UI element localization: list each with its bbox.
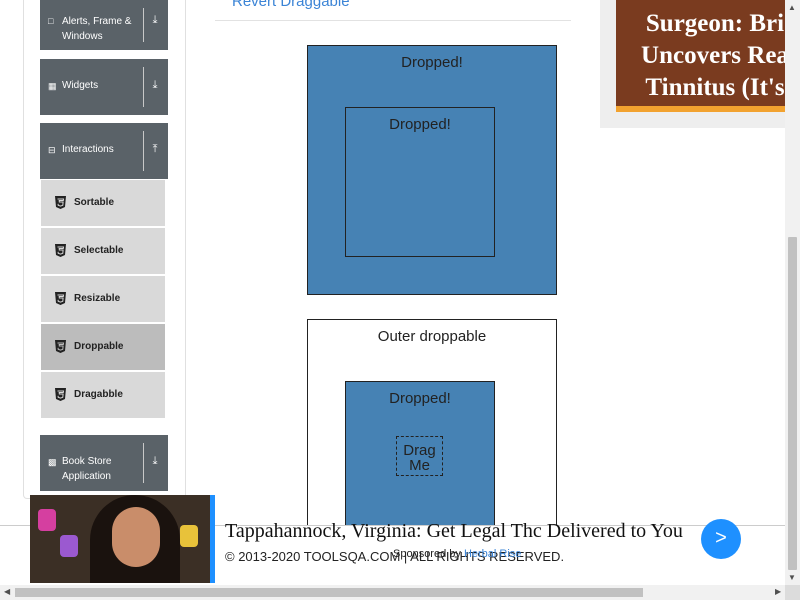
chart-icon: ▩	[48, 457, 57, 467]
advertisement-bottom[interactable]: Tappahannock, Virginia: Get Legal Thc De…	[30, 495, 785, 583]
advertisement-top[interactable]: Surgeon: Bri Uncovers Rea Tinnitus (It's	[600, 0, 800, 128]
ad-photo-can	[60, 535, 78, 557]
html5-icon	[55, 196, 66, 209]
collapse-square-icon: ⊟	[48, 145, 56, 155]
droppable-label: Dropped!	[401, 54, 463, 71]
separator	[143, 8, 144, 42]
sidebar-item-label: Sortable	[74, 197, 115, 208]
ad-accent-bar	[210, 495, 215, 583]
sponsor-prefix: Sponsored by	[393, 548, 461, 560]
horizontal-scroll-thumb[interactable]	[15, 588, 643, 597]
tabs-divider	[215, 20, 571, 21]
separator	[143, 131, 144, 171]
vertical-scrollbar[interactable]: ▲ ▼	[785, 0, 800, 585]
group-label: Widgets	[62, 80, 99, 91]
ad-photo-can	[180, 525, 198, 547]
separator	[143, 67, 144, 107]
ad-next-button[interactable]: >	[701, 519, 741, 559]
download-arrow-icon[interactable]: ⤓	[148, 14, 162, 27]
ad-stripe	[616, 106, 800, 112]
html5-icon	[55, 292, 66, 305]
group-label: Book Store Application	[62, 456, 112, 482]
sidebar-item-sortable[interactable]: Sortable	[41, 180, 165, 228]
ad-text: Surgeon: Bri Uncovers Rea Tinnitus (It's	[641, 10, 789, 101]
grid-icon: ▦	[48, 81, 57, 91]
horizontal-scrollbar[interactable]: ◀ ▶	[0, 585, 785, 600]
vertical-scroll-thumb[interactable]	[788, 237, 797, 570]
group-label: Alerts, Frame & Windows	[62, 16, 132, 42]
sidebar-item-label: Selectable	[74, 245, 124, 256]
upload-arrow-icon[interactable]: ⤒	[148, 143, 162, 156]
sidebar-item-dragabble[interactable]: Dragabble	[41, 372, 165, 420]
droppable-label: Dropped!	[389, 116, 451, 133]
ad-photo	[30, 495, 215, 583]
scroll-down-icon[interactable]: ▼	[788, 573, 796, 582]
sponsor-name[interactable]: Herbal Rise	[464, 548, 521, 560]
scroll-up-icon[interactable]: ▲	[788, 3, 796, 12]
droppable-label: Outer droppable	[377, 328, 487, 345]
sidebar-group-alerts[interactable]: □ Alerts, Frame & Windows ⤓	[40, 0, 168, 50]
sidebar-item-droppable[interactable]: Droppable	[41, 324, 165, 372]
ad-photo-can	[38, 509, 56, 531]
ad-photo-face	[112, 507, 160, 567]
sidebar-group-widgets[interactable]: ▦ Widgets ⤓	[40, 59, 168, 115]
sidebar-group-bookstore[interactable]: ▩ Book Store Application ⤓	[40, 435, 168, 491]
download-arrow-icon[interactable]: ⤓	[148, 79, 162, 92]
download-arrow-icon[interactable]: ⤓	[148, 455, 162, 468]
scroll-right-icon[interactable]: ▶	[775, 587, 781, 596]
tab-revert-draggable[interactable]: Revert Draggable	[232, 0, 350, 10]
sidebar-item-label: Resizable	[74, 293, 121, 304]
scrollbar-corner	[785, 585, 800, 600]
scroll-left-icon[interactable]: ◀	[4, 587, 10, 596]
sidebar-item-selectable[interactable]: Selectable	[41, 228, 165, 276]
html5-icon	[55, 340, 66, 353]
sidebar-item-label: Droppable	[74, 341, 124, 352]
separator	[143, 443, 144, 483]
sidebar-item-label: Dragabble	[74, 389, 123, 400]
window-icon: □	[48, 16, 54, 26]
sidebar-group-interactions[interactable]: ⊟ Interactions ⤒	[40, 123, 168, 179]
html5-icon	[55, 244, 66, 257]
ad-sponsor: Sponsored by Herbal Rise	[393, 548, 521, 560]
inner-droppable-greedy: Dropped!	[345, 107, 495, 257]
ad-headline[interactable]: Tappahannock, Virginia: Get Legal Thc De…	[225, 520, 683, 543]
droppable-label: Dropped!	[389, 390, 451, 407]
drag-box[interactable]: Drag Me	[396, 436, 443, 476]
group-label: Interactions	[62, 144, 114, 155]
sidebar-item-resizable[interactable]: Resizable	[41, 276, 165, 324]
html5-icon	[55, 388, 66, 401]
